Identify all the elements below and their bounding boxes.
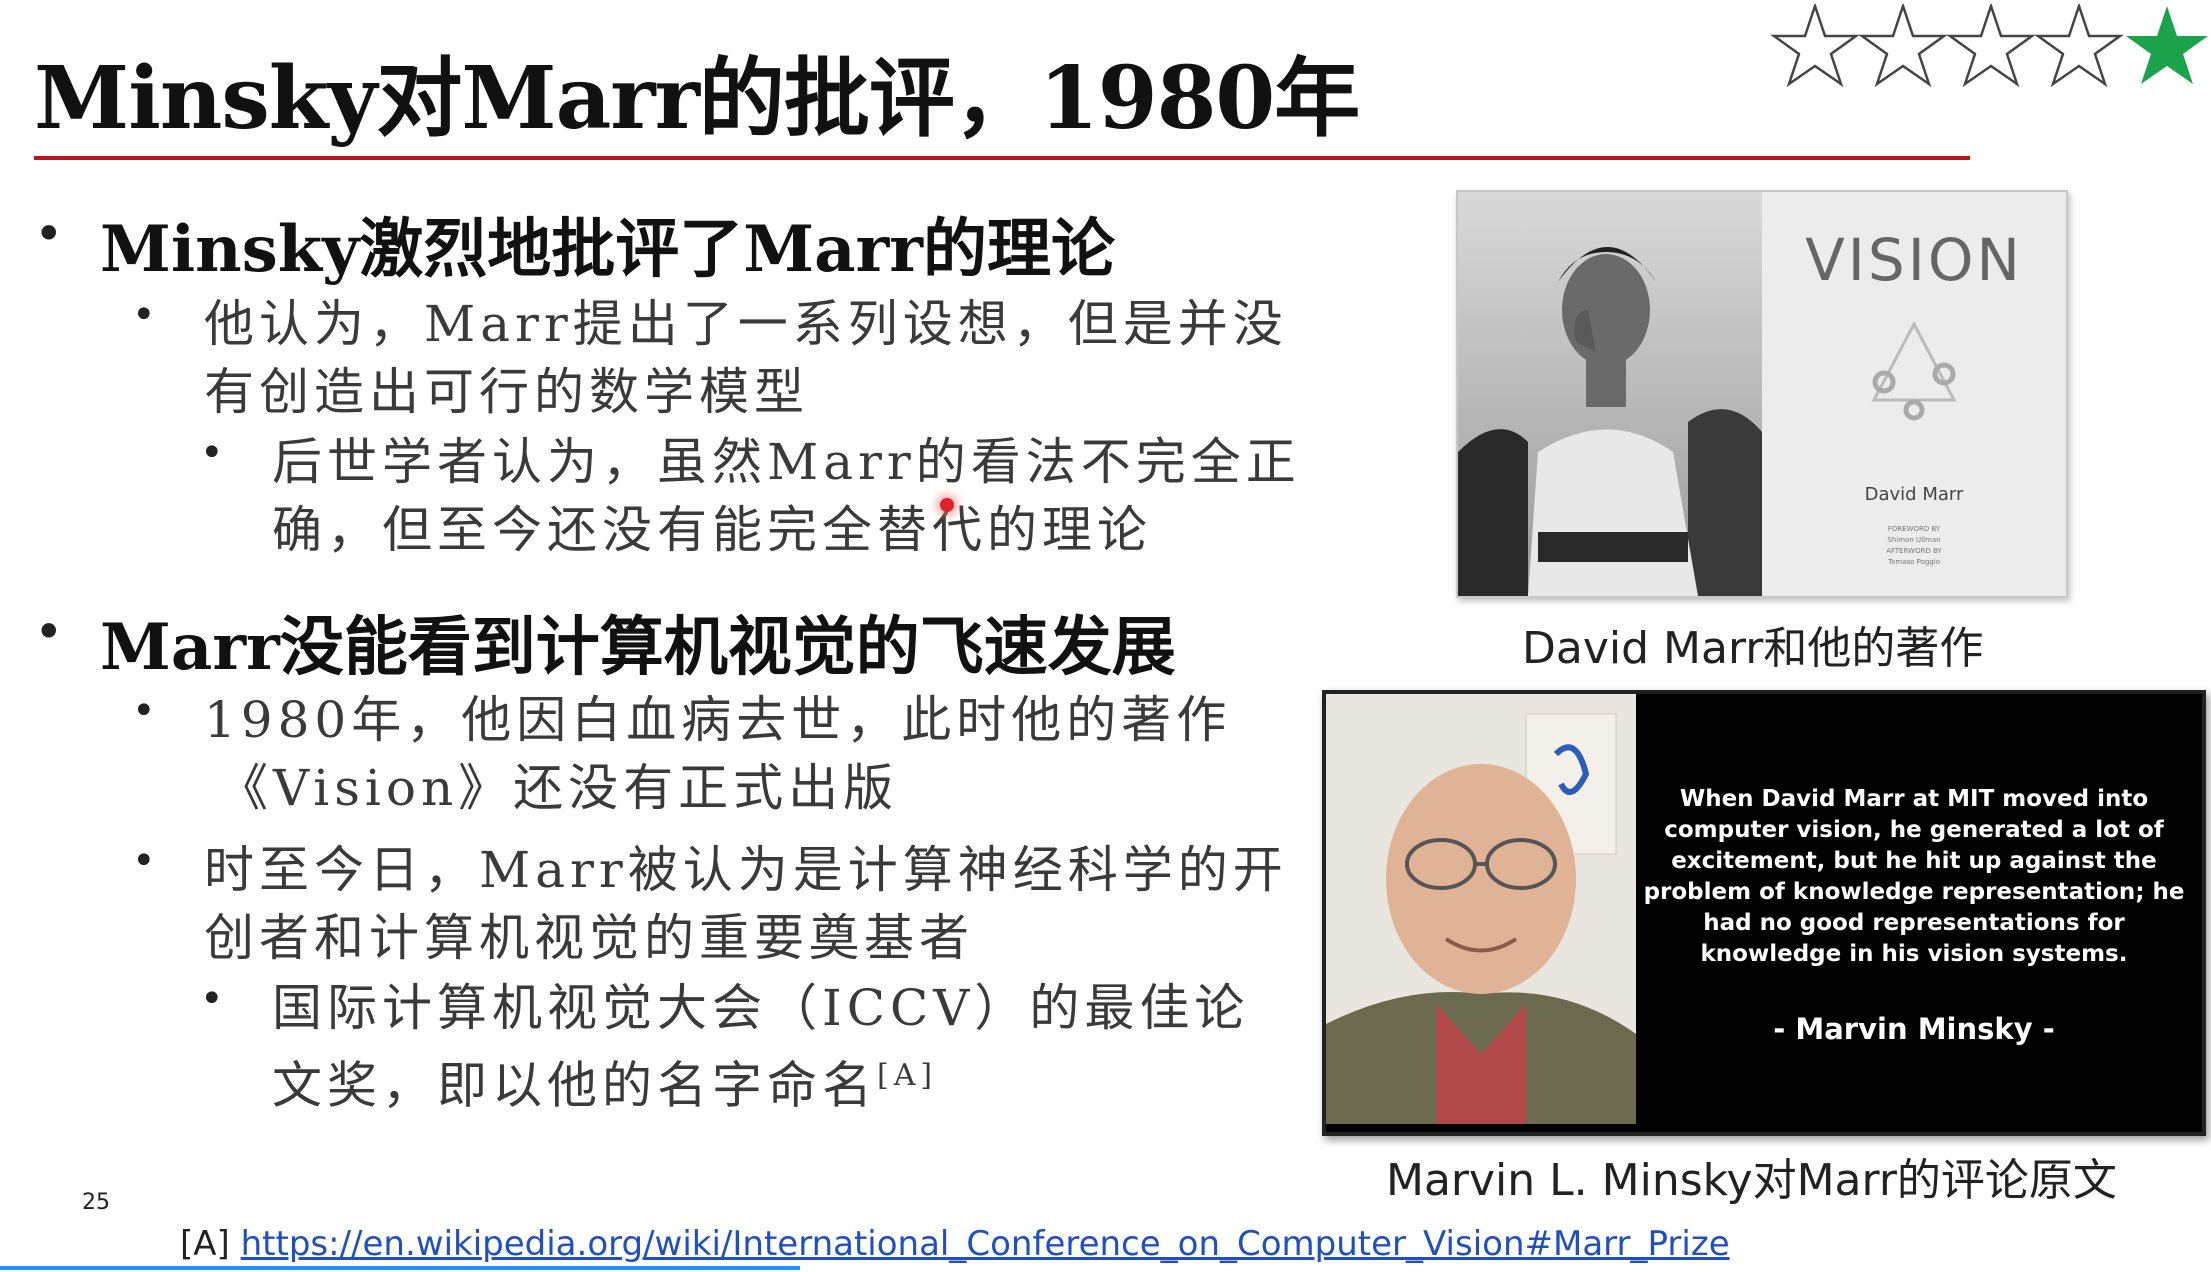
bullet-icon: • bbox=[34, 205, 64, 263]
minsky-quote-text: When David Marr at MIT moved into comput… bbox=[1643, 786, 2185, 967]
star-empty-icon[interactable] bbox=[1946, 4, 2036, 88]
section2-sub2-line2: 创者和计算机视觉的重要奠基者 bbox=[204, 909, 974, 967]
figure2-caption: Marvin L. Minsky对Marr的评论原文 bbox=[1386, 1155, 2117, 1206]
book-cover: VISION David Marr FOREWORD BY Shimon Ull… bbox=[1762, 192, 2066, 596]
slide-title: Minsky对Marr的批评，1980年 bbox=[34, 48, 1360, 149]
bullet-icon: • bbox=[200, 976, 224, 1022]
section2-sub1-line1: 1980年，他因白血病去世，此时他的著作 bbox=[204, 691, 1232, 749]
minsky-photo bbox=[1326, 694, 1636, 1124]
book-credit-1: FOREWORD BY bbox=[1887, 525, 1941, 533]
book-credit-4: Tomaso Poggio bbox=[1887, 558, 1940, 566]
section2-sub2-line1: 时至今日，Marr被认为是计算神经科学的开 bbox=[204, 841, 1288, 899]
section2-sub3-line2: 文奖，即以他的名字命名[A] bbox=[272, 1042, 937, 1120]
section2-sub1-line2: 《Vision》还没有正式出版 bbox=[218, 759, 899, 817]
book-author: David Marr bbox=[1864, 484, 1964, 505]
minsky-quote-figure: When David Marr at MIT moved into comput… bbox=[1322, 690, 2206, 1136]
laser-pointer-icon bbox=[940, 498, 954, 512]
title-divider bbox=[34, 156, 1970, 160]
footnote-marker: [A] bbox=[180, 1224, 230, 1264]
bullet-icon: • bbox=[132, 838, 156, 884]
book-credit-2: Shimon Ullman bbox=[1887, 536, 1941, 544]
figure1-caption: David Marr和他的著作 bbox=[1522, 623, 1984, 674]
marr-figure: VISION David Marr FOREWORD BY Shimon Ull… bbox=[1456, 190, 2068, 598]
page-number: 25 bbox=[82, 1190, 110, 1215]
section1-sub2-line1: 后世学者认为，虽然Marr的看法不完全正 bbox=[272, 433, 1301, 491]
bullet-icon: • bbox=[132, 292, 156, 338]
minsky-quote-author: - Marvin Minsky - bbox=[1773, 1012, 2055, 1046]
star-empty-icon[interactable] bbox=[1770, 4, 1860, 88]
star-rating[interactable] bbox=[1770, 4, 2210, 94]
progress-bar bbox=[0, 1266, 800, 1270]
star-empty-icon[interactable] bbox=[2034, 4, 2124, 88]
section2-sub3-line2-text: 文奖，即以他的名字命名 bbox=[272, 1056, 877, 1115]
marr-photo bbox=[1458, 192, 1762, 596]
section1-sub2-line2: 确，但至今还没有能完全替代的理论 bbox=[272, 501, 1152, 559]
triangle-logo-icon bbox=[1871, 320, 1957, 421]
bullet-icon: • bbox=[132, 688, 156, 734]
book-credit-3: AFTERWORD BY bbox=[1886, 547, 1942, 555]
footnote: [A] https://en.wikipedia.org/wiki/Intern… bbox=[180, 1224, 1730, 1264]
book-title: VISION bbox=[1805, 226, 2023, 294]
section1-sub1-line2: 有创造出可行的数学模型 bbox=[204, 363, 809, 421]
footnote-link[interactable]: https://en.wikipedia.org/wiki/Internatio… bbox=[241, 1224, 1730, 1264]
section1-heading: Minsky激烈地批评了Marr的理论 bbox=[100, 212, 1115, 287]
section2-sub3-line1: 国际计算机视觉大会（ICCV）的最佳论 bbox=[272, 979, 1250, 1037]
star-empty-icon[interactable] bbox=[1858, 4, 1948, 88]
star-filled-icon[interactable] bbox=[2126, 6, 2208, 84]
section1-sub1-line1: 他认为，Marr提出了一系列设想，但是并没 bbox=[204, 295, 1288, 353]
bullet-icon: • bbox=[200, 430, 224, 476]
book-credits: FOREWORD BY Shimon Ullman AFTERWORD BY T… bbox=[1762, 524, 2066, 568]
citation-marker: [A] bbox=[877, 1058, 938, 1093]
section2-heading: Marr没能看到计算机视觉的飞速发展 bbox=[100, 610, 1176, 685]
bullet-icon: • bbox=[34, 603, 64, 661]
